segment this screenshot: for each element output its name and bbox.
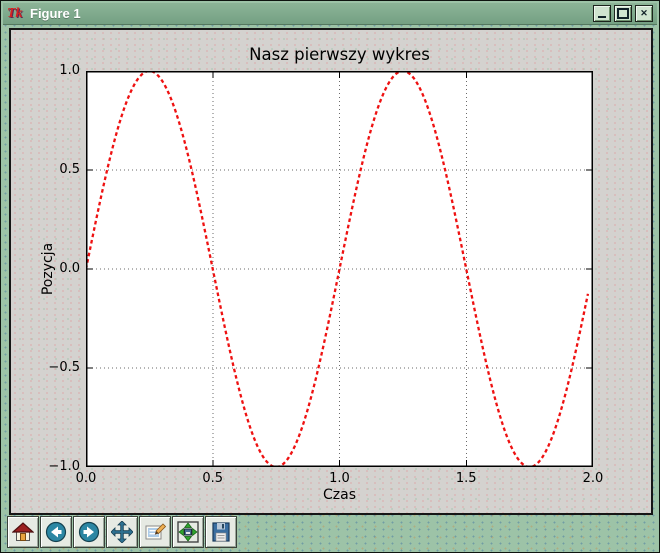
forward-icon [78, 521, 100, 543]
x-axis-label: Czas [86, 487, 593, 503]
x-tick-label: 0.5 [191, 471, 235, 486]
minimize-button[interactable] [593, 5, 611, 22]
axes-plot-area [86, 71, 593, 467]
y-tick-label: 1.0 [16, 63, 80, 78]
x-tick-label: 2.0 [571, 471, 615, 486]
y-tick-label: −0.5 [16, 360, 80, 375]
zoom-to-rect-icon [144, 521, 166, 543]
maximize-icon [617, 8, 629, 19]
save-icon [210, 521, 232, 543]
figure-window: Tk Figure 1 ✕ Nasz pierwszy wykres Pozyc… [0, 0, 660, 553]
forward-button[interactable] [73, 516, 105, 548]
y-tick-label: −1.0 [16, 459, 80, 474]
home-icon [12, 521, 34, 543]
window-titlebar[interactable]: Tk Figure 1 ✕ [3, 3, 657, 25]
back-button[interactable] [40, 516, 72, 548]
save-button[interactable] [205, 516, 237, 548]
tk-logo-icon: Tk [7, 6, 25, 22]
back-icon [45, 521, 67, 543]
x-tick-label: 1.5 [444, 471, 488, 486]
y-tick-label: 0.0 [16, 261, 80, 276]
configure-subplots-button[interactable] [172, 516, 204, 548]
configure-subplots-icon [177, 521, 199, 543]
close-button[interactable]: ✕ [635, 5, 653, 22]
pan-icon [111, 521, 133, 543]
plot-title: Nasz pierwszy wykres [86, 45, 593, 64]
pan-button[interactable] [106, 516, 138, 548]
home-button[interactable] [7, 516, 39, 548]
minimize-icon [598, 16, 606, 18]
x-tick-label: 1.0 [318, 471, 362, 486]
window-title: Figure 1 [30, 6, 590, 21]
zoom-to-rect-button[interactable] [139, 516, 171, 548]
maximize-button[interactable] [614, 5, 632, 22]
y-tick-label: 0.5 [16, 162, 80, 177]
figure-canvas: Nasz pierwszy wykres Pozycja Czas 0.00.5… [9, 28, 653, 515]
navigation-toolbar [3, 513, 657, 550]
